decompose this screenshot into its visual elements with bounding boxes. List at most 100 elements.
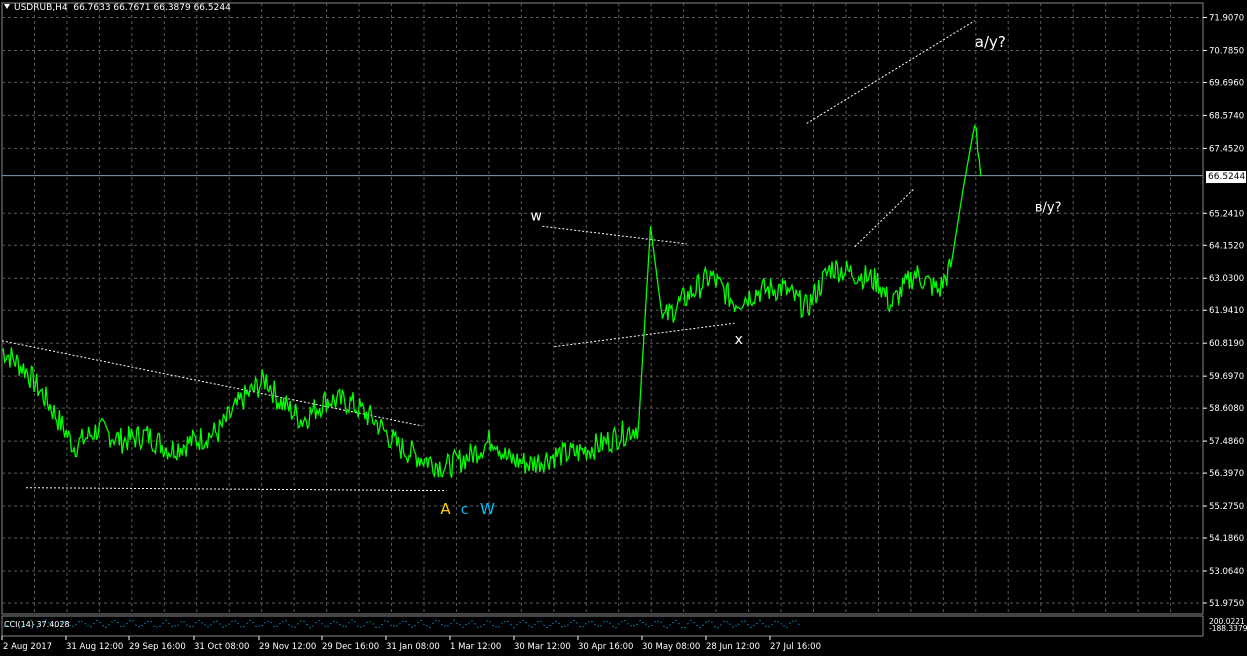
price-series-line xyxy=(1,124,982,479)
current-price-badge: 66.5244 xyxy=(1206,171,1246,183)
cci-point xyxy=(714,626,716,628)
y-tick-label: 57.4860 xyxy=(1209,437,1244,447)
indicator-tick-label: -188.3379 xyxy=(1209,624,1247,633)
cci-point xyxy=(735,625,737,627)
y-tick-label: 55.2750 xyxy=(1209,502,1244,512)
cci-point xyxy=(417,621,419,623)
cci-point xyxy=(180,621,182,623)
cci-point xyxy=(381,624,383,626)
x-tick-label: 29 Nov 12:00 xyxy=(259,642,316,652)
cci-point xyxy=(456,622,458,624)
cci-point xyxy=(552,622,554,625)
wave-label: a/y? xyxy=(975,33,1006,51)
cci-point xyxy=(120,625,122,628)
cci-point xyxy=(411,626,413,628)
cci-point xyxy=(405,620,407,623)
cci-point xyxy=(495,626,497,628)
cci-point xyxy=(780,623,782,625)
y-tick-label: 65.2410 xyxy=(1209,209,1244,219)
cci-point xyxy=(282,621,284,623)
cci-point xyxy=(135,624,137,626)
cci-point xyxy=(330,623,332,625)
cci-point xyxy=(648,625,650,628)
cci-point xyxy=(372,623,374,625)
cci-point xyxy=(93,622,95,624)
y-tick-label: 56.3970 xyxy=(1209,469,1244,479)
cci-point xyxy=(144,622,146,624)
wave-label: x xyxy=(735,332,743,348)
price-chart[interactable]: a/y? w в/y? x A c W 71.9070 70.7850 69.6960 68.57… xyxy=(0,0,1247,656)
cci-point xyxy=(276,625,278,627)
x-tick-label: 29 Sep 16:00 xyxy=(129,642,186,652)
x-tick-label: 31 Oct 08:00 xyxy=(194,642,249,652)
cci-point xyxy=(561,626,563,628)
cci-point xyxy=(786,626,788,628)
cci-point xyxy=(357,625,359,627)
cci-point xyxy=(354,621,356,623)
cci-point xyxy=(627,623,629,625)
cci-point xyxy=(258,625,260,627)
cci-point xyxy=(390,624,392,627)
cci-point xyxy=(369,621,371,623)
cci-point xyxy=(153,625,155,627)
indicator-label: CCI(14) 37.4028 xyxy=(4,620,70,629)
cci-point xyxy=(720,624,722,626)
cci-point xyxy=(384,620,386,622)
cci-point xyxy=(141,625,143,627)
y-tick-label: 70.7850 xyxy=(1209,46,1244,56)
cci-point xyxy=(84,623,86,625)
cci-point xyxy=(603,621,605,623)
cci-point xyxy=(633,625,635,627)
cci-point xyxy=(294,626,296,628)
y-tick-label: 71.9070 xyxy=(1209,13,1244,23)
trendline xyxy=(542,225,687,245)
y-tick-label: 64.1520 xyxy=(1209,241,1244,251)
cci-point xyxy=(291,626,293,628)
cci-point xyxy=(576,622,578,624)
cci-point xyxy=(114,620,116,622)
cci-point xyxy=(207,626,209,628)
price-axis: 71.9070 70.7850 69.6960 68.5740 67.4520 65.24… xyxy=(1203,13,1244,609)
cci-point xyxy=(534,623,536,626)
x-tick-label: 30 Mar 12:00 xyxy=(514,642,571,652)
cci-point xyxy=(345,626,347,628)
cci-point xyxy=(336,621,338,623)
cci-point xyxy=(768,626,770,628)
wave-label: в/y? xyxy=(1035,201,1062,216)
cci-point xyxy=(525,622,527,624)
cci-point xyxy=(195,622,197,624)
cci-point xyxy=(171,625,173,628)
cci-point xyxy=(585,623,587,625)
cci-point xyxy=(375,626,377,628)
cci-point xyxy=(699,626,701,629)
cci-point xyxy=(759,619,761,622)
cci-point xyxy=(225,625,227,627)
cci-point xyxy=(438,620,440,622)
cci-point xyxy=(741,621,743,623)
cci-point xyxy=(378,626,380,628)
cci-point xyxy=(246,622,248,624)
cci-point xyxy=(414,625,416,627)
cci-point xyxy=(234,620,236,622)
cci-point xyxy=(753,624,755,626)
cci-point xyxy=(522,619,524,621)
cci-point xyxy=(723,620,725,622)
cci-point xyxy=(684,626,686,629)
x-tick-label: 2 Aug 2017 xyxy=(3,642,52,652)
cci-point xyxy=(531,626,533,628)
cci-point xyxy=(669,624,671,626)
cci-point xyxy=(498,626,500,628)
cci-point xyxy=(312,625,314,627)
cci-indicator-pane: 200.0221-188.3379 xyxy=(3,617,1247,633)
y-tick-label: 53.0640 xyxy=(1209,567,1244,577)
cci-point xyxy=(318,620,320,622)
dropdown-triangle-icon[interactable] xyxy=(4,4,10,9)
cci-point xyxy=(672,622,674,624)
cci-point xyxy=(558,622,560,625)
cci-point xyxy=(696,625,698,627)
cci-point xyxy=(465,623,467,626)
cci-point xyxy=(663,625,665,628)
cci-point xyxy=(81,620,83,622)
cci-point xyxy=(618,623,620,625)
cci-point xyxy=(693,621,695,624)
